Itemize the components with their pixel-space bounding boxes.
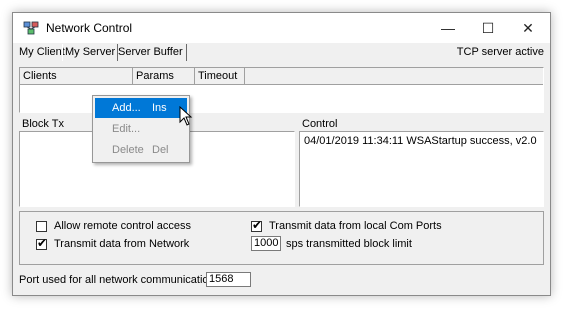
menu-item-delete[interactable]: Delete Del — [95, 140, 187, 160]
menu-item-add-label: Add... — [112, 102, 141, 114]
mouse-pointer-icon — [179, 106, 193, 126]
server-status-text: TCP server active — [456, 46, 544, 58]
close-button[interactable]: ✕ — [508, 13, 548, 43]
maximize-button[interactable]: ☐ — [468, 13, 508, 43]
col-header-params[interactable]: Params — [133, 68, 195, 85]
tab-server-buffer[interactable]: Server Buffer — [118, 44, 187, 61]
block-limit-input[interactable]: 1000 — [251, 236, 281, 251]
allow-remote-checkbox[interactable] — [36, 221, 47, 232]
checkmark-icon: ✔ — [37, 236, 48, 250]
port-label: Port used for all network communications… — [19, 274, 224, 286]
block-limit-label: sps transmitted block limit — [286, 238, 412, 250]
menu-item-add[interactable]: Add... Ins — [95, 98, 187, 118]
log-line: 04/01/2019 11:34:11 WSAStartup success, … — [304, 135, 537, 147]
transmit-com-label[interactable]: Transmit data from local Com Ports — [269, 220, 442, 233]
col-header-filler — [245, 68, 543, 85]
clients-context-menu: Add... Ins Edit... Delete Del — [92, 95, 190, 163]
title-bar: Network Control — ☐ ✕ — [13, 13, 550, 43]
tab-my-server[interactable]: My Server — [62, 44, 119, 61]
network-control-window: Network Control — ☐ ✕ My Client My Serve… — [12, 12, 551, 296]
col-header-clients[interactable]: Clients — [20, 68, 133, 85]
transmit-network-checkbox[interactable]: ✔ — [36, 236, 48, 250]
menu-item-delete-label: Delete — [112, 144, 144, 156]
allow-remote-label[interactable]: Allow remote control access — [54, 220, 191, 233]
menu-item-delete-shortcut: Del — [152, 144, 169, 156]
checkmark-icon: ✔ — [252, 218, 263, 232]
port-input[interactable]: 1568 — [206, 272, 251, 287]
minimize-button[interactable]: — — [428, 13, 468, 43]
control-label: Control — [299, 117, 544, 131]
port-bar: Port used for all network communications… — [13, 267, 550, 295]
col-header-timeout[interactable]: Timeout — [195, 68, 245, 85]
network-app-icon — [23, 21, 39, 35]
transmit-network-label[interactable]: Transmit data from Network — [54, 238, 189, 251]
menu-item-edit-label: Edit... — [112, 123, 141, 135]
menu-item-edit[interactable]: Edit... — [95, 119, 187, 139]
menu-item-add-shortcut: Ins — [152, 102, 167, 114]
control-log-panel[interactable]: 04/01/2019 11:34:11 WSAStartup success, … — [299, 131, 544, 207]
window-title: Network Control — [46, 21, 133, 35]
transmit-com-checkbox[interactable]: ✔ — [251, 218, 263, 232]
tab-my-client[interactable]: My Client — [19, 44, 65, 61]
options-group: Allow remote control access ✔ Transmit d… — [19, 211, 544, 265]
